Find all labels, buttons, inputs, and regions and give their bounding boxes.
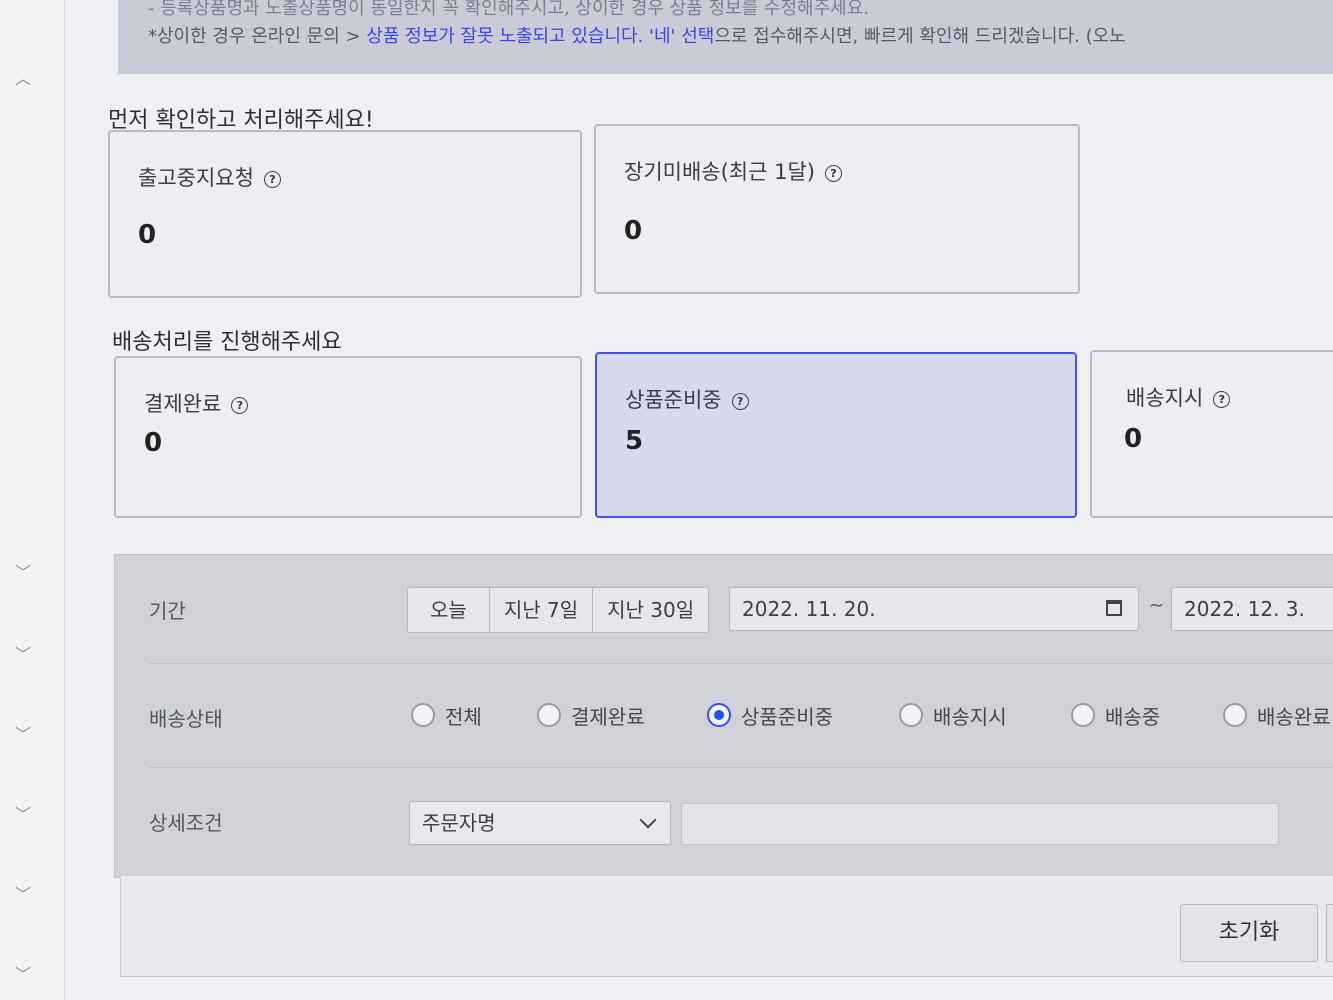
- period-quick-buttons: 오늘 지난 7일 지난 30일: [407, 587, 710, 633]
- chevron-up-icon[interactable]: ︿: [12, 68, 34, 90]
- radio-label: 배송완료: [1257, 704, 1331, 729]
- action-panel: [120, 876, 1333, 977]
- detail-condition-select[interactable]: 주문자명: [409, 801, 671, 845]
- card-payment-complete[interactable]: 결제완료? 0: [114, 356, 582, 518]
- row-divider: [149, 663, 1333, 664]
- period-today-button[interactable]: 오늘: [408, 588, 490, 632]
- card-count: 0: [624, 216, 643, 246]
- radio-circle[interactable]: [1071, 703, 1095, 727]
- select-value: 주문자명: [422, 811, 496, 835]
- card-label-text: 배송지시: [1126, 386, 1204, 410]
- notice-line-2: *상이한 경우 온라인 문의 > 상품 정보가 잘못 노출되고 있습니다. '네…: [148, 22, 1126, 48]
- chevron-down-icon[interactable]: ﹀: [12, 724, 34, 746]
- card-count: 0: [1124, 424, 1143, 454]
- help-icon[interactable]: ?: [731, 392, 749, 410]
- date-to-value: 2022. 12. 3.: [1184, 597, 1305, 621]
- search-button[interactable]: [1326, 904, 1333, 962]
- status-radio-all[interactable]: 전체: [411, 700, 482, 730]
- calendar-icon[interactable]: [1106, 600, 1122, 616]
- help-icon[interactable]: ?: [824, 164, 842, 182]
- search-filter-panel: 기간 오늘 지난 7일 지난 30일 2022. 11. 20. ~ 2022.…: [114, 554, 1333, 878]
- order-management-page: ︿ ﹀ ﹀ ﹀ ﹀ ﹀ ﹀ - 등록상품명과 노출상품명이 동일한지 꼭 확인해…: [0, 0, 1333, 1000]
- status-radio-preparing[interactable]: 상품준비중: [707, 700, 833, 730]
- radio-circle-checked[interactable]: [707, 703, 731, 727]
- notice-banner: - 등록상품명과 노출상품명이 동일한지 꼭 확인해주시고, 상이한 경우 상품…: [118, 0, 1333, 74]
- card-label-text: 출고중지요청: [138, 166, 254, 190]
- card-label-text: 결제완료: [144, 392, 222, 416]
- chevron-down-icon[interactable]: ﹀: [12, 804, 34, 826]
- status-radio-shipping-instruction[interactable]: 배송지시: [899, 700, 1007, 730]
- card-count: 5: [625, 426, 644, 456]
- card-label: 배송지시?: [1126, 382, 1231, 412]
- reset-button[interactable]: 초기화: [1180, 904, 1318, 962]
- help-icon[interactable]: ?: [1213, 390, 1231, 408]
- radio-label: 배송지시: [933, 704, 1007, 729]
- card-count: 0: [144, 428, 163, 458]
- help-icon[interactable]: ?: [231, 396, 249, 414]
- date-from-input[interactable]: 2022. 11. 20.: [729, 587, 1139, 631]
- shipping-section-title: 배송처리를 진행해주세요: [112, 330, 342, 355]
- card-long-term-undelivered[interactable]: 장기미배송(최근 1달)? 0: [594, 124, 1080, 294]
- card-label: 출고중지요청?: [138, 162, 281, 192]
- date-to-input[interactable]: 2022. 12. 3.: [1171, 587, 1333, 631]
- chevron-down-icon[interactable]: ﹀: [12, 884, 34, 906]
- radio-circle[interactable]: [411, 703, 435, 727]
- card-label: 장기미배송(최근 1달)?: [624, 156, 842, 186]
- radio-label: 전체: [445, 704, 482, 729]
- chevron-down-icon: [639, 811, 657, 829]
- radio-label: 배송중: [1105, 704, 1161, 729]
- detail-condition-label: 상세조건: [149, 811, 223, 835]
- period-30days-button[interactable]: 지난 30일: [593, 588, 708, 632]
- notice-link[interactable]: 상품 정보가 잘못 노출되고 있습니다. '네' 선택: [366, 26, 714, 47]
- chevron-down-icon[interactable]: ﹀: [12, 964, 34, 986]
- card-count: 0: [138, 220, 157, 250]
- radio-circle[interactable]: [537, 703, 561, 727]
- card-label-text: 상품준비중: [625, 388, 722, 412]
- card-label: 결제완료?: [144, 388, 249, 418]
- help-icon[interactable]: ?: [263, 170, 281, 188]
- radio-label: 상품준비중: [741, 704, 833, 729]
- status-radio-in-transit[interactable]: 배송중: [1071, 700, 1160, 730]
- notice-suffix: 으로 접수해주시면, 빠르게 확인해 드리겠습니다. (오노: [714, 26, 1126, 47]
- card-shipment-stop-request[interactable]: 출고중지요청? 0: [108, 130, 582, 298]
- card-shipping-instruction[interactable]: 배송지시? 0: [1090, 350, 1333, 518]
- chevron-down-icon[interactable]: ﹀: [12, 562, 34, 584]
- status-radio-payment-complete[interactable]: 결제완료: [537, 700, 645, 730]
- shipping-status-label: 배송상태: [149, 707, 223, 731]
- status-radio-delivered[interactable]: 배송완료: [1223, 700, 1331, 730]
- date-separator: ~: [1149, 595, 1165, 616]
- radio-circle[interactable]: [1223, 703, 1247, 727]
- chevron-down-icon[interactable]: ﹀: [12, 644, 34, 666]
- notice-prefix: *상이한 경우 온라인 문의 >: [148, 26, 367, 47]
- radio-label: 결제완료: [571, 704, 645, 729]
- card-label: 상품준비중?: [625, 384, 749, 414]
- period-label: 기간: [149, 599, 186, 623]
- radio-circle[interactable]: [899, 703, 923, 727]
- left-sidebar: ︿ ﹀ ﹀ ﹀ ﹀ ﹀ ﹀: [0, 0, 65, 1000]
- notice-line-1: - 등록상품명과 노출상품명이 동일한지 꼭 확인해주시고, 상이한 경우 상품…: [148, 0, 869, 19]
- card-preparing-products[interactable]: 상품준비중? 5: [595, 352, 1077, 518]
- date-from-value: 2022. 11. 20.: [742, 597, 876, 621]
- detail-search-input[interactable]: [681, 803, 1279, 845]
- card-label-text: 장기미배송(최근 1달): [624, 160, 815, 184]
- period-7days-button[interactable]: 지난 7일: [490, 588, 594, 632]
- row-divider: [149, 767, 1333, 768]
